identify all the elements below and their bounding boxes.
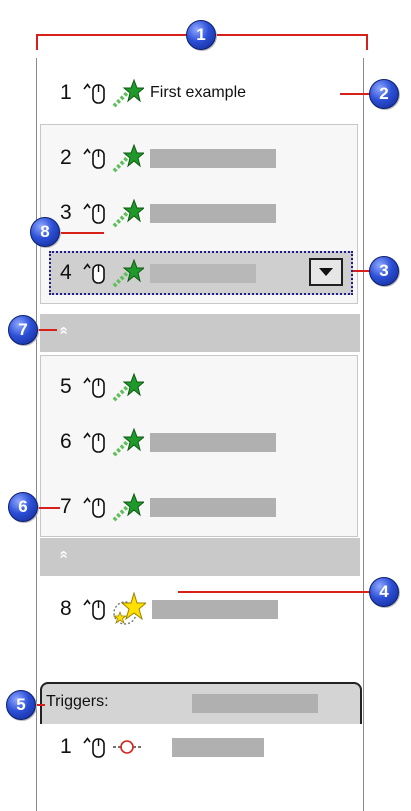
mouse-click-icon — [83, 432, 105, 453]
item-number: 1 — [60, 81, 72, 104]
callout-7-leader — [35, 329, 57, 331]
expand-chevron-icon: » — [54, 326, 72, 335]
entrance-effect-star-icon — [112, 427, 144, 457]
callout-4-leader — [178, 591, 370, 593]
list-item[interactable]: 3 — [60, 196, 276, 230]
list-item[interactable]: 1 First example — [60, 76, 246, 110]
item-number: 1 — [60, 735, 72, 758]
entrance-effect-star-icon — [112, 372, 144, 402]
entrance-effect-star-icon — [112, 198, 144, 228]
callout-5: 5 — [6, 690, 36, 720]
placeholder-label-bar — [172, 737, 264, 757]
callout-7: 7 — [8, 315, 38, 345]
mouse-click-icon — [83, 497, 105, 518]
expand-chevron-icon: » — [54, 550, 72, 559]
triggers-label: Triggers: — [46, 693, 109, 710]
callout-4: 4 — [369, 577, 399, 607]
placeholder-label-bar — [192, 694, 318, 713]
entrance-effect-star-icon — [112, 492, 144, 522]
item-number: 3 — [60, 201, 72, 224]
list-item[interactable]: 7 — [60, 490, 276, 524]
callout-1: 1 — [186, 20, 216, 50]
list-item[interactable]: 4 — [60, 256, 256, 290]
placeholder-label-bar — [150, 203, 276, 223]
mouse-click-icon — [83, 737, 105, 758]
callout-6-leader — [36, 507, 60, 509]
expand-collapse-bar[interactable]: » — [40, 314, 360, 352]
callout-3: 3 — [369, 256, 399, 286]
list-item[interactable]: 8 — [60, 592, 278, 626]
item-options-dropdown[interactable] — [309, 258, 343, 286]
trigger-icon — [113, 740, 143, 754]
mouse-click-icon — [83, 263, 105, 284]
mouse-click-icon — [83, 148, 105, 169]
mouse-click-icon — [83, 83, 105, 104]
mouse-click-icon — [83, 377, 105, 398]
list-item[interactable]: 1 — [60, 730, 264, 764]
mouse-click-icon — [83, 599, 105, 620]
entrance-effect-star-icon — [112, 258, 144, 288]
expand-collapse-bar[interactable]: » — [40, 538, 360, 576]
callout-6: 6 — [8, 492, 38, 522]
placeholder-label-bar — [150, 497, 276, 517]
entrance-effect-star-icon — [112, 143, 144, 173]
dropdown-arrow-icon — [319, 268, 333, 276]
item-number: 2 — [60, 146, 72, 169]
placeholder-label-bar — [150, 148, 276, 168]
callout-2: 2 — [369, 79, 399, 109]
list-item[interactable]: 5 — [60, 370, 150, 404]
placeholder-label-bar — [150, 263, 256, 283]
placeholder-label-bar — [152, 599, 278, 619]
item-number: 6 — [60, 430, 72, 453]
callout-8: 8 — [30, 217, 60, 247]
item-number: 7 — [60, 495, 72, 518]
mouse-click-icon — [83, 203, 105, 224]
item-number: 8 — [60, 597, 72, 620]
emphasis-star-icon — [112, 592, 146, 625]
list-item[interactable]: 6 — [60, 425, 276, 459]
entrance-effect-star-icon — [112, 78, 144, 108]
callout-2-leader — [340, 93, 370, 95]
item-label: First example — [150, 84, 247, 101]
callout-8-leader — [58, 232, 104, 234]
item-number: 5 — [60, 375, 72, 398]
list-item[interactable]: 2 — [60, 141, 276, 175]
placeholder-label-bar — [150, 432, 276, 452]
item-number: 4 — [60, 261, 72, 284]
triggers-header[interactable]: Triggers: — [40, 682, 362, 724]
